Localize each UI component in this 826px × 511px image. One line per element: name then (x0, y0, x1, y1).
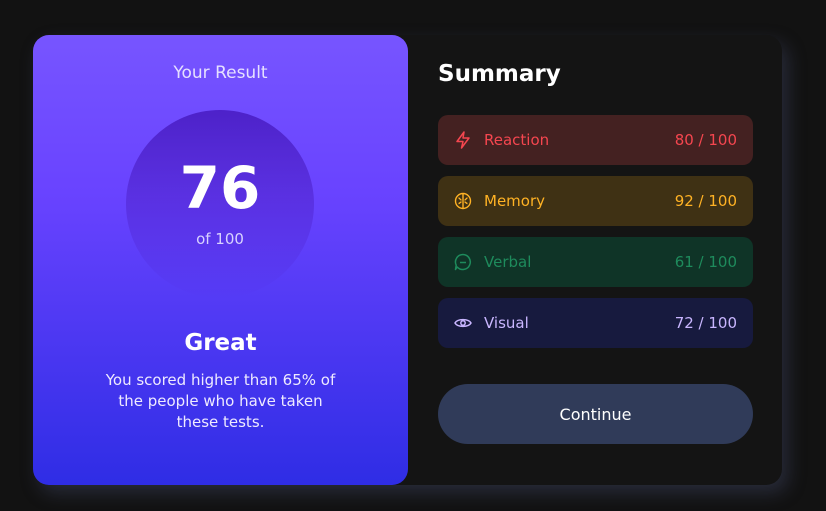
summary-item-label: Verbal (484, 253, 532, 271)
summary-item-score: 61 / 100 (674, 253, 737, 271)
summary-item-score: 92 / 100 (674, 192, 737, 210)
score-total: of 100 (196, 230, 244, 248)
eye-icon (454, 314, 472, 332)
summary-item-verbal: Verbal 61 / 100 (438, 237, 753, 287)
brain-icon (454, 192, 472, 210)
summary-item-reaction: Reaction 80 / 100 (438, 115, 753, 165)
summary-item-label: Visual (484, 314, 529, 332)
result-title: Your Result (173, 63, 268, 83)
summary-item-label: Memory (484, 192, 546, 210)
summary-title: Summary (438, 61, 561, 87)
continue-button[interactable]: Continue (438, 384, 753, 444)
result-panel: Your Result 76 of 100 Great You scored h… (33, 35, 408, 485)
score-circle: 76 of 100 (126, 110, 314, 298)
grade-heading: Great (184, 330, 257, 356)
score-value: 76 (179, 154, 261, 222)
lightning-icon (454, 131, 472, 149)
summary-item-memory: Memory 92 / 100 (438, 176, 753, 226)
summary-item-label: Reaction (484, 131, 550, 149)
summary-item-visual: Visual 72 / 100 (438, 298, 753, 348)
chat-bubble-icon (454, 253, 472, 271)
summary-item-score: 72 / 100 (674, 314, 737, 332)
result-description: You scored higher than 65% of the people… (105, 371, 336, 431)
summary-item-score: 80 / 100 (674, 131, 737, 149)
summary-panel: Summary Reaction 80 / 100 Memory 92 / 10… (408, 35, 782, 485)
results-card: Your Result 76 of 100 Great You scored h… (33, 35, 782, 485)
